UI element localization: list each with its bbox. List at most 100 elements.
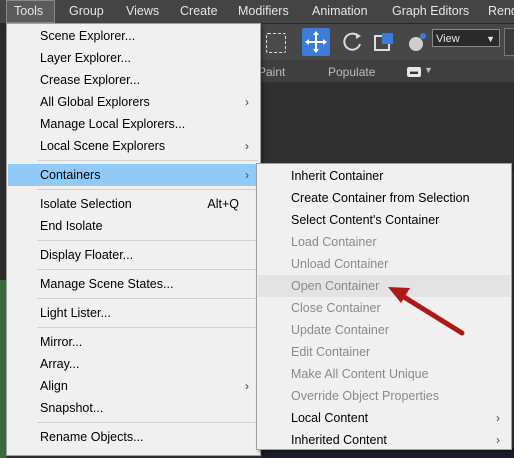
menu-item-containers[interactable]: Containers › [8,164,259,186]
main-toolbar: View ▼ [258,24,514,60]
menu-views[interactable]: Views [119,0,166,23]
ribbon-tabs: Paint Populate ▬ ▼ [258,62,514,82]
menu-item-snapshot[interactable]: Snapshot... [8,397,259,419]
menu-item-edit-container[interactable]: Edit Container [258,341,510,363]
menu-item-label: Edit Container [291,345,371,359]
menu-item-array[interactable]: Array... [8,353,259,375]
scale-tool-icon[interactable] [370,28,398,56]
menu-item-label: Manage Local Explorers... [40,117,186,131]
submenu-arrow-icon: › [496,411,500,425]
menu-item-label: Load Container [291,235,377,249]
menu-item-light-lister[interactable]: Light Lister... [8,302,259,324]
menu-separator [37,160,258,161]
menu-rendering[interactable]: Rend [481,0,514,23]
menu-item-make-all-content-unique[interactable]: Make All Content Unique [258,363,510,385]
menu-item-label: End Isolate [40,219,103,233]
menu-item-label: Close Container [291,301,381,315]
menu-item-label: Isolate Selection [40,197,132,211]
menu-separator [37,189,258,190]
menu-item-label: Create Container from Selection [291,191,470,205]
menu-graph-editors[interactable]: Graph Editors [385,0,476,23]
menu-item-inherit-container[interactable]: Inherit Container [258,165,510,187]
menu-item-layer-explorer[interactable]: Layer Explorer... [8,47,259,69]
menu-item-label: Inherited Content [291,433,387,447]
menu-item-close-container[interactable]: Close Container [258,297,510,319]
menu-item-local-content[interactable]: Local Content › [258,407,510,429]
submenu-arrow-icon: › [245,139,249,153]
chevron-down-icon[interactable]: ▼ [424,65,433,75]
menu-item-label: Array... [40,357,80,371]
menu-separator [37,269,258,270]
menu-item-label: Update Container [291,323,389,337]
menu-create[interactable]: Create [173,0,225,23]
menu-item-inherited-content[interactable]: Inherited Content › [258,429,510,451]
submenu-arrow-icon: › [496,433,500,447]
menu-separator [37,327,258,328]
reference-coordinate-select[interactable]: View ▼ [432,29,500,47]
tools-menu: Scene Explorer... Layer Explorer... Crea… [6,23,261,456]
selection-region-icon[interactable] [266,33,286,53]
menu-item-manage-local-explorers[interactable]: Manage Local Explorers... [8,113,259,135]
menu-item-label: Containers [40,168,101,182]
view-select-value: View [436,33,460,45]
menu-item-label: Select Content's Container [291,213,440,227]
snap-icon[interactable] [404,28,432,56]
menu-item-scene-explorer[interactable]: Scene Explorer... [8,25,259,47]
menu-item-open-container[interactable]: Open Container [258,275,510,297]
submenu-arrow-icon: › [245,379,249,393]
menu-item-all-global-explorers[interactable]: All Global Explorers › [8,91,259,113]
menu-item-create-container-from-selection[interactable]: Create Container from Selection [258,187,510,209]
menu-bar: Tools Group Views Create Modifiers Anima… [0,0,514,24]
toolbar-overflow-button[interactable] [504,28,514,56]
menu-item-manage-scene-states[interactable]: Manage Scene States... [8,273,259,295]
menu-item-label: Unload Container [291,257,389,271]
menu-item-isolate-selection[interactable]: Isolate Selection Alt+Q [8,193,259,215]
menu-item-label: Local Content [291,411,369,425]
menu-item-label: Inherit Container [291,169,384,183]
menu-item-label: Display Floater... [40,248,134,262]
menu-item-update-container[interactable]: Update Container [258,319,510,341]
menu-item-align[interactable]: Align › [8,375,259,397]
submenu-arrow-icon: › [245,95,249,109]
menu-item-label: Light Lister... [40,306,111,320]
containers-submenu: Inherit Container Create Container from … [256,163,512,450]
menu-modifiers[interactable]: Modifiers [231,0,296,23]
ribbon-tab-paint[interactable]: Paint [258,65,285,79]
menu-item-mirror[interactable]: Mirror... [8,331,259,353]
menu-item-display-floater[interactable]: Display Floater... [8,244,259,266]
menu-item-label: Local Scene Explorers [40,139,166,153]
menu-item-label: Layer Explorer... [40,51,132,65]
menu-item-override-object-properties[interactable]: Override Object Properties [258,385,510,407]
menu-item-label: Mirror... [40,335,83,349]
menu-item-end-isolate[interactable]: End Isolate [8,215,259,237]
menu-item-label: Manage Scene States... [40,277,174,291]
menu-item-label: Snapshot... [40,401,104,415]
menu-item-label: Scene Explorer... [40,29,136,43]
rotate-tool-icon[interactable] [338,28,366,56]
menu-group[interactable]: Group [62,0,111,23]
menu-item-label: Rename Objects... [40,430,144,444]
ribbon-tab-populate[interactable]: Populate [328,65,375,79]
shortcut-label: Alt+Q [207,197,239,211]
menu-separator [37,298,258,299]
menu-item-select-contents-container[interactable]: Select Content's Container [258,209,510,231]
menu-item-label: Override Object Properties [291,389,439,403]
menu-item-rename-objects[interactable]: Rename Objects... [8,426,259,448]
menu-item-crease-explorer[interactable]: Crease Explorer... [8,69,259,91]
menu-item-label: Open Container [291,279,380,293]
menu-item-load-container[interactable]: Load Container [258,231,510,253]
ribbon-panel [262,82,514,172]
submenu-arrow-icon: › [245,168,249,182]
menu-item-label: Align [40,379,68,393]
menu-separator [37,240,258,241]
menu-tools[interactable]: Tools [6,0,55,23]
menu-separator [37,422,258,423]
menu-item-label: Crease Explorer... [40,73,141,87]
menu-animation[interactable]: Animation [305,0,375,23]
menu-item-label: All Global Explorers [40,95,150,109]
move-tool-icon[interactable] [302,28,330,56]
menu-item-label: Make All Content Unique [291,367,429,381]
menu-item-unload-container[interactable]: Unload Container [258,253,510,275]
ribbon-toggle-icon[interactable]: ▬ [407,67,421,77]
menu-item-local-scene-explorers[interactable]: Local Scene Explorers › [8,135,259,157]
